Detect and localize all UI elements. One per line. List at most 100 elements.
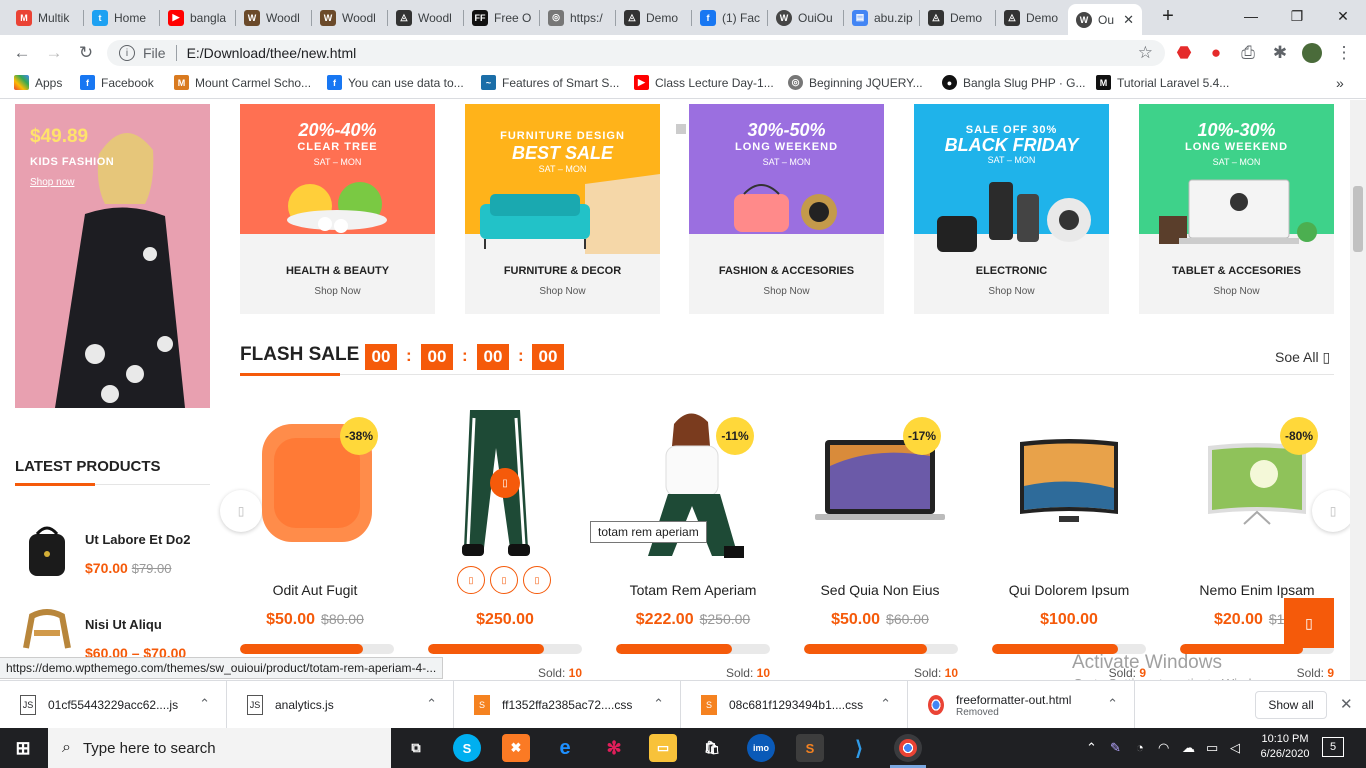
quick-view-icon[interactable]: ▯ (490, 468, 520, 498)
category-shop-link[interactable]: Shop Now (240, 286, 435, 297)
file-explorer-icon[interactable]: ▭ (649, 734, 677, 762)
tab[interactable]: ▶ bangla (160, 4, 236, 31)
chrome-icon[interactable] (894, 734, 922, 762)
product-name[interactable]: Odit Aut Fugit (230, 582, 400, 598)
address-bar[interactable]: i File E:/Download/thee/new.html ☆ (107, 40, 1165, 66)
info-icon[interactable]: i (119, 45, 135, 61)
tab[interactable]: W Woodl (236, 4, 312, 31)
product-name[interactable]: Nemo Enim Ipsam (1172, 582, 1342, 598)
chair-thumb[interactable] (22, 608, 72, 650)
xampp-icon[interactable]: ✖ (502, 734, 530, 762)
tab[interactable]: W Woodl (312, 4, 388, 31)
minimize-button[interactable]: — (1228, 0, 1274, 32)
close-downloads-icon[interactable]: ✕ (1340, 695, 1353, 713)
backpack-thumb[interactable] (25, 526, 69, 578)
download-item[interactable]: JS 01cf55443229acc62....js ⌃ (0, 681, 227, 729)
tab[interactable]: ◬ Woodl (388, 4, 464, 31)
tab[interactable]: ◬ Demo (996, 4, 1066, 31)
bookmark-item[interactable]: M Mount Carmel Scho... (174, 75, 311, 90)
banner-shop-link[interactable]: Shop now (30, 177, 74, 188)
tab[interactable]: ◎ https:/ (540, 4, 616, 31)
tab[interactable]: FF Free O (464, 4, 540, 31)
category-shop-link[interactable]: Shop Now (465, 286, 660, 297)
vscode-icon[interactable]: ⟩ (845, 734, 873, 762)
category-shop-link[interactable]: Shop Now (914, 286, 1109, 297)
bookmark-star-icon[interactable]: ☆ (1138, 43, 1153, 63)
reload-button[interactable]: ↻ (76, 43, 96, 63)
tab[interactable]: ◬ Demo (616, 4, 692, 31)
bookmark-item[interactable]: M Tutorial Laravel 5.4... (1096, 75, 1229, 90)
download-item[interactable]: Sff1352ffa2385ac72....css ⌃ (454, 681, 681, 729)
page-scrollbar[interactable] (1350, 100, 1366, 680)
tab[interactable]: f (1) Fac (692, 4, 768, 31)
sublime-icon[interactable]: S (796, 734, 824, 762)
avatar[interactable] (1302, 43, 1322, 63)
chevron-up-icon[interactable]: ⌃ (653, 696, 664, 712)
add-to-cart-icon[interactable]: ▯ (457, 566, 485, 594)
tab[interactable]: t Home (84, 4, 160, 31)
wishlist-icon[interactable]: ▯ (490, 566, 518, 594)
show-all-button[interactable]: Show all (1255, 691, 1327, 719)
volume-icon[interactable]: ◁ (1230, 740, 1240, 756)
kids-fashion-banner[interactable]: $49.89 KIDS FASHION Shop now (15, 104, 210, 408)
download-item[interactable]: freeformatter-out.html Removed ⌃ (908, 681, 1135, 729)
more-bookmarks-icon[interactable]: » (1336, 75, 1344, 91)
download-item[interactable]: S 08c681f1293494b1....css ⌃ (681, 681, 908, 729)
category-shop-link[interactable]: Shop Now (689, 286, 884, 297)
printer-icon[interactable]: ⎙ (1238, 43, 1258, 63)
edge-icon[interactable]: e (551, 734, 579, 762)
product-name[interactable]: Totam Rem Aperiam (608, 582, 778, 598)
tab[interactable]: M Multik (8, 4, 84, 31)
chevron-up-icon[interactable]: ⌃ (199, 696, 210, 712)
product-card[interactable]: -17% Sed Quia Non Eius $50.00 $60.00 (795, 400, 965, 680)
task-view-icon[interactable]: ⧉ (402, 734, 430, 762)
cloud-icon[interactable]: ☁ (1182, 740, 1195, 756)
bookmark-apps[interactable]: Apps (14, 75, 62, 90)
maximize-button[interactable]: ❐ (1274, 0, 1320, 32)
tab[interactable]: ◬ Demo (920, 4, 996, 31)
compare-icon[interactable]: ▯ (523, 566, 551, 594)
tray-chevron-icon[interactable]: ⌃ (1086, 740, 1097, 756)
category-card-furniture[interactable]: FURNITURE DESIGN BEST SALE SAT – MON FUR… (465, 104, 660, 314)
latest-product-name[interactable]: Nisi Ut Aliqu (85, 617, 162, 632)
product-name[interactable]: Sed Quia Non Eius (795, 582, 965, 598)
bookmark-item[interactable]: f You can use data to... (327, 75, 464, 90)
skype-icon[interactable]: S (453, 734, 481, 762)
store-icon[interactable]: 🛍 (698, 734, 726, 762)
tab[interactable]: W OuiOu (768, 4, 844, 31)
floating-cart-button[interactable]: ▯ (1284, 598, 1334, 648)
notification-icon[interactable]: 5 (1322, 737, 1344, 757)
tab[interactable]: ▤ abu.zip (844, 4, 920, 31)
menu-icon[interactable]: ⋮ (1334, 43, 1354, 63)
product-card[interactable]: Qui Dolorem Ipsum $100.00 (984, 400, 1154, 680)
tray-app-icon[interactable]: ◔ (1136, 740, 1144, 755)
forward-button[interactable]: → (44, 43, 64, 63)
category-card-tablet[interactable]: 10%-30% LONG WEEKEND SAT – MON TABLET & … (1139, 104, 1334, 314)
bookmark-item[interactable]: f Facebook (80, 75, 154, 90)
chevron-up-icon[interactable]: ⌃ (880, 696, 891, 712)
product-name[interactable]: Qui Dolorem Ipsum (984, 582, 1154, 598)
close-window-button[interactable]: ✕ (1320, 0, 1366, 32)
wifi-icon[interactable]: ◠ (1158, 740, 1169, 756)
taskbar-search[interactable]: ⌕ Type here to search (48, 728, 391, 768)
slider-dot[interactable] (676, 124, 686, 134)
category-shop-link[interactable]: Shop Now (1139, 286, 1334, 297)
bookmark-item[interactable]: ◎ Beginning JQUERY... (788, 75, 923, 90)
chevron-up-icon[interactable]: ⌃ (426, 696, 437, 712)
category-card-fashion[interactable]: 30%-50% LONG WEEKEND SAT – MON FASHION &… (689, 104, 884, 314)
chevron-up-icon[interactable]: ⌃ (1107, 696, 1118, 712)
close-tab-icon[interactable]: ✕ (1123, 12, 1134, 28)
battery-icon[interactable]: ▭ (1206, 740, 1218, 756)
puzzle-icon[interactable]: ✱ (1270, 43, 1290, 63)
product-card[interactable]: -38% Odit Aut Fugit $50.00 $80.00 (230, 400, 400, 680)
tab-active[interactable]: W Ou ✕ (1068, 4, 1142, 35)
category-card-health[interactable]: 20%-40% CLEAR TREE SAT – MON HEALTH & BE… (240, 104, 435, 314)
windows-start-icon[interactable]: ⊞ (9, 734, 37, 762)
latest-product-name[interactable]: Ut Labore Et Do2 (85, 532, 190, 547)
slack-icon[interactable]: ✻ (600, 734, 628, 762)
extension-icon[interactable]: ⬣ (1174, 43, 1194, 63)
download-item[interactable]: JS analytics.js ⌃ (227, 681, 454, 729)
scrollbar-thumb[interactable] (1353, 186, 1363, 252)
back-button[interactable]: ← (12, 43, 32, 63)
product-card[interactable]: ▯ ▯ ▯ ▯ $250.00 (420, 400, 590, 680)
